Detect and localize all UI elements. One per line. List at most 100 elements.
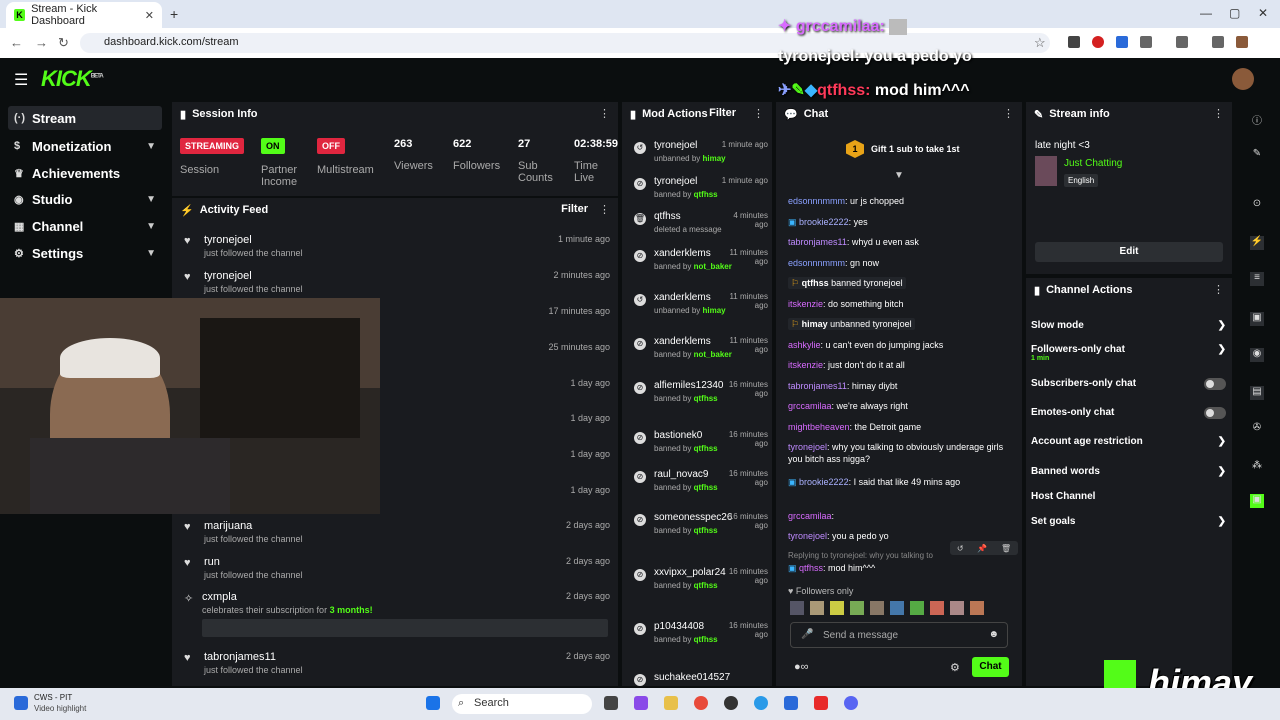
mod-target-username[interactable]: alfiemiles12340: [654, 380, 724, 391]
hamburger-menu-icon[interactable]: ☰: [14, 70, 28, 90]
menu-icon[interactable]: [1212, 36, 1224, 48]
media-icon[interactable]: [1176, 36, 1188, 48]
nodes-icon[interactable]: ⁂: [1250, 460, 1264, 474]
activity-username[interactable]: tyronejoel: [204, 234, 252, 246]
channel-action-row[interactable]: Account age restriction ❯: [1031, 436, 1226, 447]
chrome-icon[interactable]: [694, 696, 708, 710]
copilot-icon[interactable]: [634, 696, 648, 710]
mod-target-username[interactable]: xanderklems: [654, 248, 711, 259]
activity-username[interactable]: marijuana: [204, 520, 252, 532]
filter-button[interactable]: Filter: [709, 107, 736, 119]
chat-username[interactable]: grccamilaa: [788, 401, 832, 411]
task-view-icon[interactable]: [604, 696, 618, 710]
activity-username[interactable]: tyronejoel: [204, 270, 252, 282]
sidebar-item-monetization[interactable]: $ Monetization ▼: [8, 134, 162, 158]
layout-icon[interactable]: ▤: [1250, 386, 1264, 400]
channel-action-row[interactable]: Emotes-only chat: [1031, 407, 1226, 419]
emote-icon[interactable]: [950, 601, 964, 615]
chat-username[interactable]: grccamilaa: [788, 511, 832, 521]
more-options-icon[interactable]: ⋮: [1003, 107, 1014, 120]
mod-target-username[interactable]: tyronejoel: [654, 140, 697, 151]
reply-icon[interactable]: ↺: [957, 544, 964, 553]
file-explorer-icon[interactable]: [664, 696, 678, 710]
profile-icon[interactable]: [1236, 36, 1248, 48]
info-icon[interactable]: ⓘ: [1250, 112, 1264, 127]
back-icon[interactable]: ←: [10, 35, 23, 50]
sidebar-item-channel[interactable]: ▦ Channel ▼: [8, 214, 162, 238]
chat-username[interactable]: tyronejoel: [788, 531, 827, 541]
sidebar-item-achievements[interactable]: ♛ Achievements: [8, 161, 162, 185]
activity-username[interactable]: cxmpla: [202, 591, 237, 603]
chat-username[interactable]: tabronjames11: [788, 237, 847, 247]
filter-button[interactable]: Filter: [561, 203, 588, 215]
mod-target-username[interactable]: bastionek0: [654, 430, 702, 441]
emote-icon[interactable]: [790, 601, 804, 615]
extension-icon[interactable]: [1068, 36, 1080, 48]
chat-username[interactable]: edsonnnmmm: [788, 196, 845, 206]
more-options-icon[interactable]: ⋮: [599, 203, 610, 216]
chat-icon[interactable]: ▣: [1250, 312, 1264, 326]
activity-username[interactable]: tabronjames11: [204, 651, 276, 663]
chat-username[interactable]: qtfhss: [799, 563, 823, 573]
chat-username[interactable]: tabronjames11: [788, 381, 847, 391]
wrench-icon[interactable]: ✇: [1250, 422, 1264, 436]
puzzle-icon[interactable]: [1140, 36, 1152, 48]
avatar[interactable]: [1232, 68, 1254, 90]
emote-icon[interactable]: [870, 601, 884, 615]
reload-icon[interactable]: ↻: [58, 35, 69, 51]
target-icon[interactable]: ⊙: [1250, 198, 1264, 212]
mod-target-username[interactable]: p10434408: [654, 621, 704, 632]
bolt-icon[interactable]: ⚡: [1250, 236, 1264, 250]
chat-username[interactable]: itskenzie: [788, 360, 823, 370]
channel-action-row[interactable]: Followers-only chat 1 min ❯: [1031, 344, 1226, 362]
chat-username[interactable]: edsonnnmmm: [788, 258, 845, 268]
chat-username[interactable]: tyronejoel: [788, 442, 827, 452]
chat-username[interactable]: ashkylie: [788, 340, 821, 350]
more-options-icon[interactable]: ⋮: [753, 107, 764, 120]
chat-input[interactable]: 🎤 Send a message ☻: [790, 622, 1008, 648]
kick-logo[interactable]: KICKBETA: [41, 66, 104, 92]
close-window-icon[interactable]: ✕: [1258, 6, 1268, 20]
mod-target-username[interactable]: qtfhss: [654, 211, 681, 222]
more-options-icon[interactable]: ⋮: [1213, 283, 1224, 296]
category-label[interactable]: Just Chatting: [1064, 158, 1122, 169]
taskbar-search[interactable]: Search: [452, 694, 592, 714]
pencil-icon[interactable]: ✎: [1250, 148, 1264, 162]
points-icon[interactable]: ●∞: [794, 661, 809, 673]
close-tab-icon[interactable]: ✕: [145, 9, 154, 22]
app-icon[interactable]: [14, 696, 28, 710]
mod-target-username[interactable]: xxvipxx_polar24: [654, 567, 726, 578]
sidebar-item-studio[interactable]: ◉ Studio ▼: [8, 187, 162, 211]
store-icon[interactable]: [784, 696, 798, 710]
send-chat-button[interactable]: Chat: [972, 657, 1009, 677]
microphone-icon[interactable]: 🎤: [801, 629, 813, 640]
list-icon[interactable]: ≡: [1250, 272, 1264, 286]
emote-icon[interactable]: [910, 601, 924, 615]
mod-target-username[interactable]: suchakee014527: [654, 672, 730, 683]
emote-icon[interactable]: [890, 601, 904, 615]
more-options-icon[interactable]: ⋮: [1213, 107, 1224, 120]
emote-icon[interactable]: [930, 601, 944, 615]
browser-tab[interactable]: K Stream - Kick Dashboard ✕: [6, 2, 162, 28]
sidebar-item-stream[interactable]: (·) Stream: [8, 106, 162, 130]
chat-username[interactable]: mightbeheaven: [788, 422, 850, 432]
mod-target-username[interactable]: raul_novac9: [654, 469, 708, 480]
chat-username[interactable]: itskenzie: [788, 299, 823, 309]
extension-icon[interactable]: [1092, 36, 1104, 48]
channel-action-row[interactable]: Slow mode ❯: [1031, 320, 1226, 331]
channel-action-row[interactable]: Set goals ❯: [1031, 516, 1226, 527]
minimize-icon[interactable]: —: [1200, 6, 1212, 20]
channel-action-row[interactable]: Subscribers-only chat: [1031, 378, 1226, 390]
gear-icon[interactable]: ⚙: [950, 661, 960, 674]
edit-button[interactable]: Edit: [1035, 242, 1223, 262]
delete-icon[interactable]: 🗑: [1001, 544, 1011, 553]
maximize-icon[interactable]: ▢: [1229, 6, 1240, 20]
channel-action-row[interactable]: Host Channel: [1031, 491, 1226, 502]
obs-icon[interactable]: [724, 696, 738, 710]
pin-icon[interactable]: ▼: [894, 170, 904, 181]
discord-icon[interactable]: [844, 696, 858, 710]
windows-start-icon[interactable]: [426, 696, 440, 710]
emoji-icon[interactable]: ☻: [988, 629, 999, 640]
forward-icon[interactable]: →: [35, 35, 48, 50]
mod-target-username[interactable]: tyronejoel: [654, 176, 697, 187]
